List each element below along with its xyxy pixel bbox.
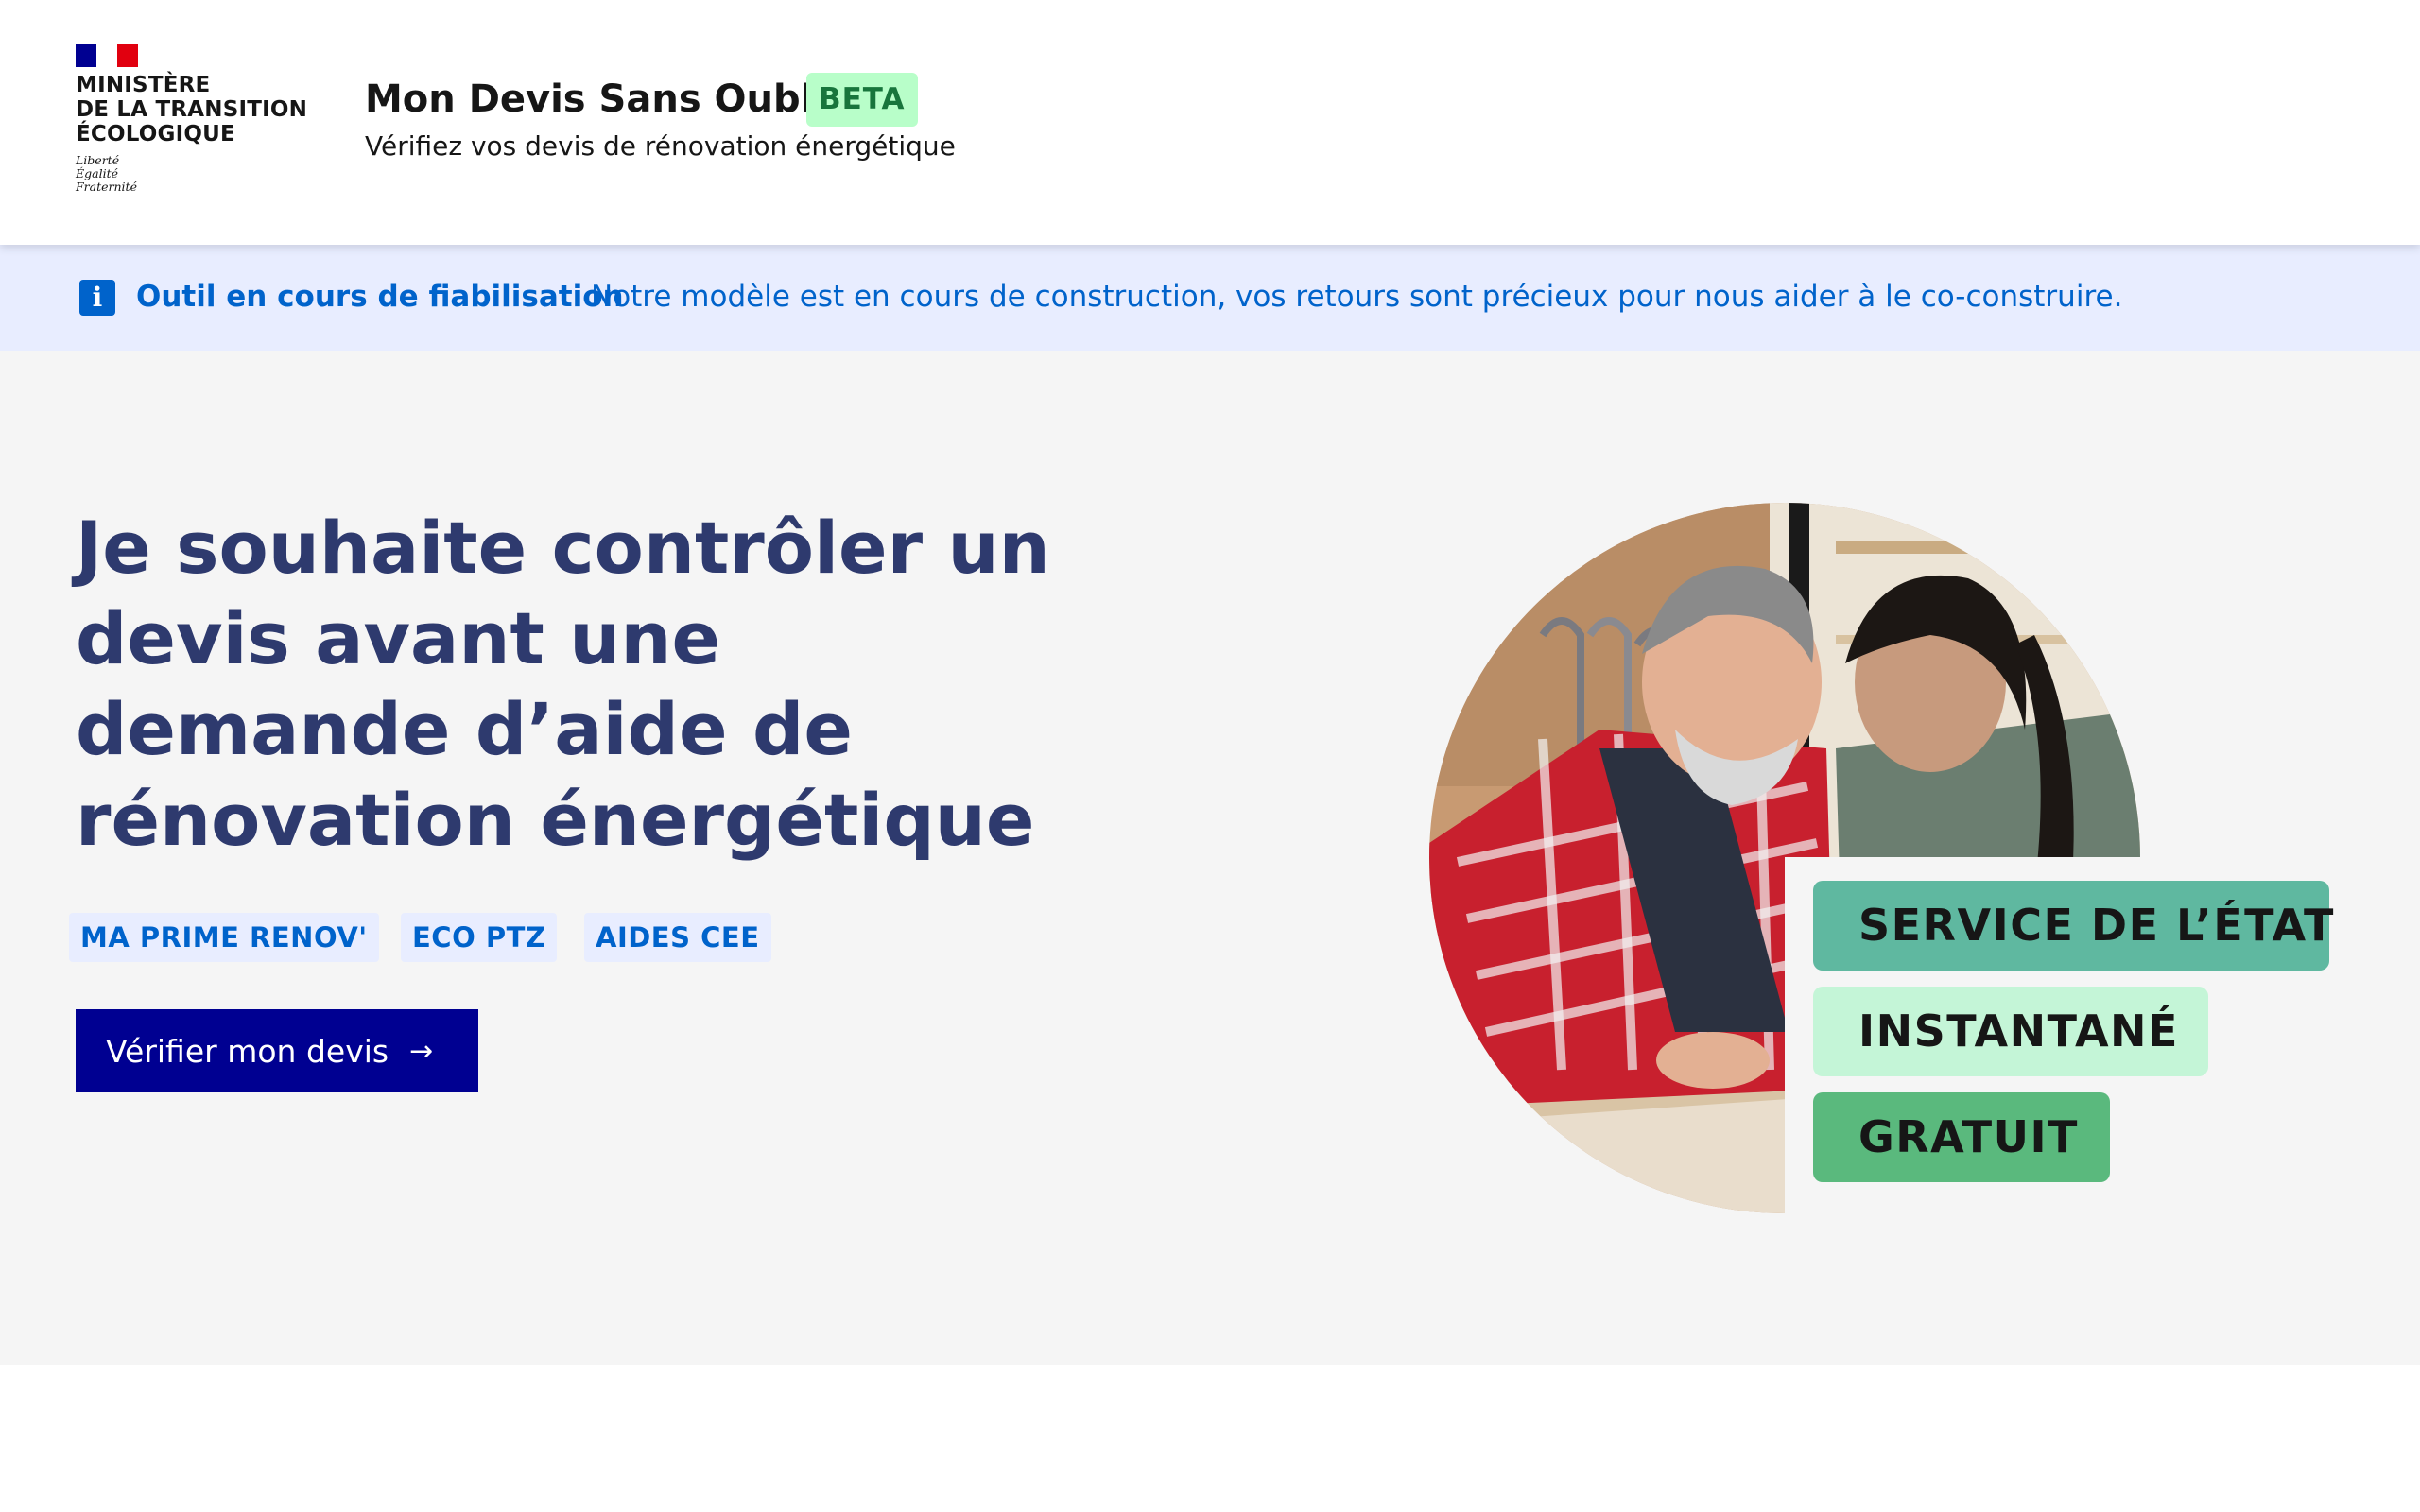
arrow-right-icon: → — [409, 1034, 434, 1068]
ministry-logo[interactable]: MINISTÈRE DE LA TRANSITION ÉCOLOGIQUE Li… — [76, 44, 312, 194]
verify-quote-label: Vérifier mon devis — [106, 1032, 389, 1070]
tag-ma-prime-renov: MA PRIME RENOV' — [69, 913, 379, 962]
service-title[interactable]: Mon Devis Sans Oublis — [365, 77, 849, 121]
notice-text: Notre modèle est en cours de constructio… — [591, 280, 2123, 314]
service-tagline: Vérifiez vos devis de rénovation énergét… — [365, 130, 956, 162]
pill-service-etat: SERVICE DE L’ÉTAT — [1813, 881, 2333, 971]
republic-motto: Liberté Égalité Fraternité — [76, 153, 137, 194]
beta-badge: BETA — [806, 73, 918, 127]
site-header: MINISTÈRE DE LA TRANSITION ÉCOLOGIQUE Li… — [0, 0, 2420, 245]
french-flag-icon — [76, 44, 138, 67]
info-icon: i — [79, 280, 115, 316]
verify-quote-button[interactable]: Vérifier mon devis → — [76, 1009, 478, 1092]
tag-eco-ptz: ECO PTZ — [401, 913, 558, 962]
hero-title: Je souhaite contrôler un devis avant une… — [76, 506, 1050, 862]
pill-instantane: INSTANTANÉ — [1813, 987, 2208, 1076]
tag-aides-cee: AIDES CEE — [584, 913, 771, 962]
notice-title: Outil en cours de fiabilisation — [136, 280, 624, 314]
ministry-name: MINISTÈRE DE LA TRANSITION ÉCOLOGIQUE — [76, 73, 308, 146]
pill-gratuit: GRATUIT — [1813, 1092, 2110, 1182]
